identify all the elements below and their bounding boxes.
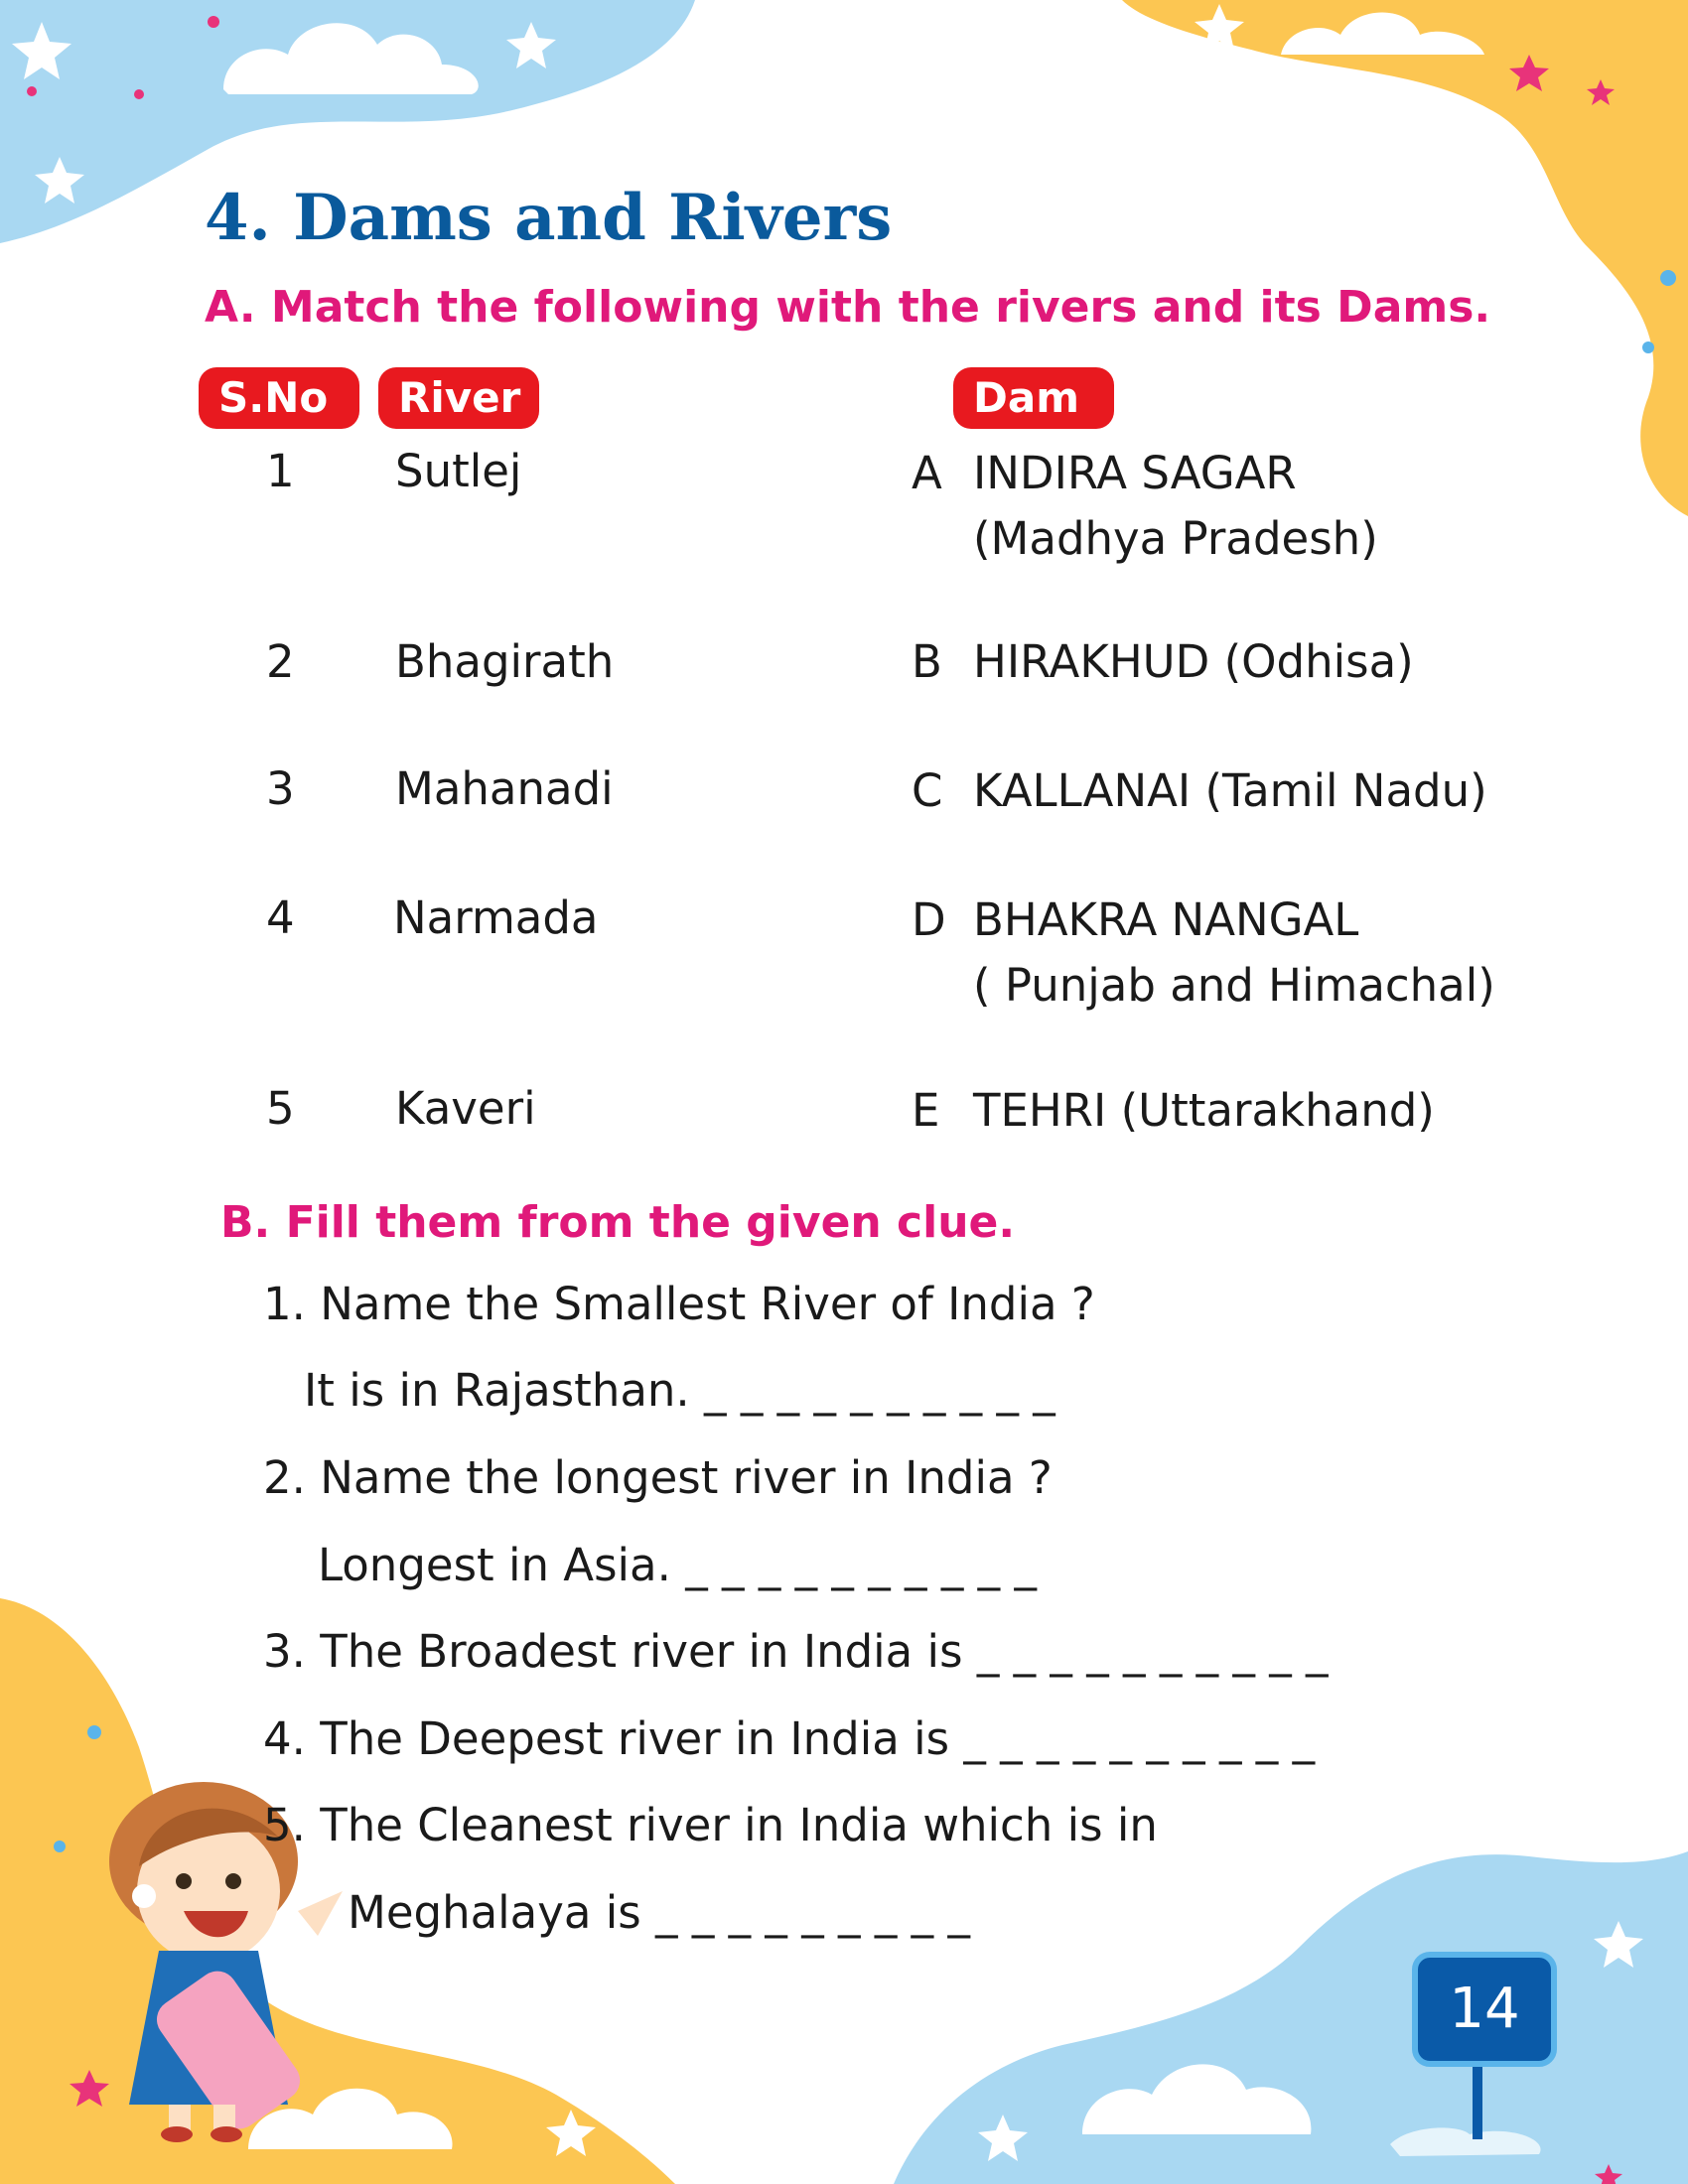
page-number-sign: 14 bbox=[1412, 1952, 1557, 2067]
row-2-river: Bhagirath bbox=[395, 635, 615, 688]
question-5: 5. The Cleanest river in India which is … bbox=[263, 1799, 1158, 1851]
row-1-number: 1 bbox=[266, 445, 295, 497]
row-3-number: 3 bbox=[266, 762, 295, 815]
section-b-heading: B. Fill them from the given clue. bbox=[220, 1197, 1016, 1248]
row-3-letter: C bbox=[912, 764, 943, 817]
row-1-dam: INDIRA SAGAR bbox=[973, 447, 1297, 499]
row-1-letter: A bbox=[912, 447, 942, 499]
row-5-river: Kaveri bbox=[395, 1082, 536, 1135]
column-header-dam: Dam bbox=[953, 367, 1114, 429]
row-4-dam: BHAKRA NANGAL bbox=[973, 893, 1359, 946]
question-3: 3. The Broadest river in India is _ _ _ … bbox=[263, 1625, 1329, 1678]
worksheet-page: 4. Dams and Rivers A. Match the followin… bbox=[0, 0, 1688, 2184]
row-1-river: Sutlej bbox=[395, 445, 522, 497]
row-3-river: Mahanadi bbox=[395, 762, 614, 815]
row-4-number: 4 bbox=[266, 891, 295, 944]
question-5-clue: Meghalaya is _ _ _ _ _ _ _ _ _ bbox=[348, 1886, 970, 1939]
question-2-clue: Longest in Asia. _ _ _ _ _ _ _ _ _ _ bbox=[318, 1539, 1037, 1591]
row-2-letter: B bbox=[912, 635, 942, 688]
row-3-dam: KALLANAI (Tamil Nadu) bbox=[973, 764, 1487, 817]
row-5-letter: E bbox=[912, 1084, 940, 1137]
section-a-heading: A. Match the following with the rivers a… bbox=[205, 282, 1491, 333]
row-5-number: 5 bbox=[266, 1082, 295, 1135]
row-4-dam-state: ( Punjab and Himachal) bbox=[973, 959, 1495, 1012]
question-2: 2. Name the longest river in India ? bbox=[263, 1451, 1053, 1504]
row-1-dam-state: (Madhya Pradesh) bbox=[973, 512, 1378, 565]
question-1: 1. Name the Smallest River of India ? bbox=[263, 1278, 1095, 1330]
row-2-number: 2 bbox=[266, 635, 295, 688]
top-right-blob bbox=[1122, 0, 1688, 516]
column-header-sno: S.No bbox=[199, 367, 359, 429]
row-4-river: Narmada bbox=[393, 891, 599, 944]
row-4-letter: D bbox=[912, 893, 946, 946]
question-4: 4. The Deepest river in India is _ _ _ _… bbox=[263, 1712, 1316, 1765]
row-2-dam: HIRAKHUD (Odhisa) bbox=[973, 635, 1414, 688]
page-title: 4. Dams and Rivers bbox=[205, 181, 893, 255]
question-1-clue: It is in Rajasthan. _ _ _ _ _ _ _ _ _ _ bbox=[304, 1364, 1055, 1417]
row-5-dam: TEHRI (Uttarakhand) bbox=[973, 1084, 1435, 1137]
column-header-river: River bbox=[378, 367, 539, 429]
blue-dot-icons bbox=[54, 270, 1676, 1852]
